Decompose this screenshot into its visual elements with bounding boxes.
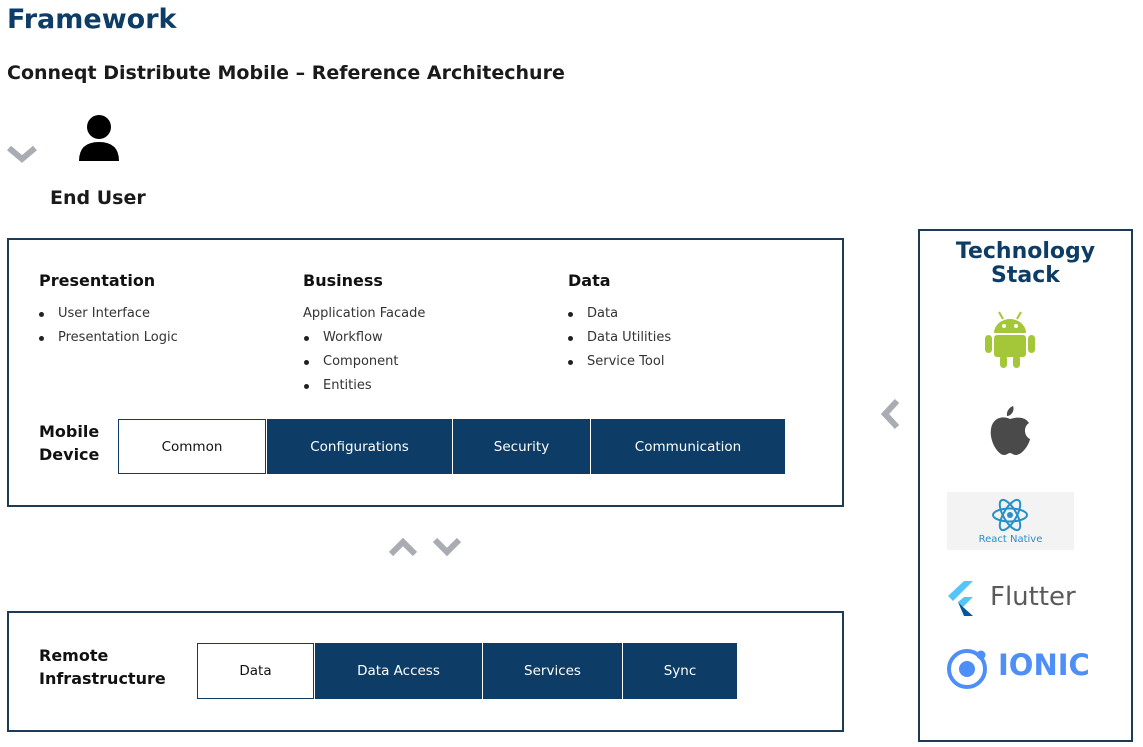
remote-tier-bar: Data Data Access Services Sync [197, 643, 737, 699]
page-subtitle: Conneqt Distribute Mobile – Reference Ar… [7, 62, 565, 84]
list-item: Presentation Logic [38, 326, 178, 350]
business-heading: Business [303, 271, 383, 290]
list-item: Data [567, 302, 671, 326]
react-native-label: React Native [978, 534, 1043, 545]
remote-infrastructure-label: Remote Infrastructure [39, 644, 166, 690]
mobile-device-label: Mobile Device [39, 420, 99, 466]
segment-data-access: Data Access [314, 643, 482, 699]
remote-label-line1: Remote [39, 646, 109, 665]
list-item: Service Tool [567, 350, 671, 374]
segment-services: Services [482, 643, 622, 699]
list-item: Entities [303, 374, 425, 398]
presentation-heading: Presentation [39, 271, 156, 290]
list-item: Application Facade [303, 306, 426, 321]
data-heading: Data [568, 271, 611, 290]
up-down-arrows-icon [388, 537, 462, 557]
page-title: Framework [7, 4, 177, 35]
android-icon [985, 311, 1035, 368]
list-item: Data Utilities [567, 326, 671, 350]
list-item: User Interface [38, 302, 178, 326]
chevron-left-icon [880, 398, 900, 430]
user-icon [79, 115, 119, 161]
ionic-icon [947, 649, 987, 689]
flutter-label: Flutter [990, 582, 1076, 612]
segment-sync: Sync [622, 643, 737, 699]
tech-title-line1: Technology [955, 239, 1096, 264]
mobile-device-label-line2: Device [39, 445, 100, 464]
ionic-label: IONIC [998, 648, 1090, 682]
react-icon [992, 498, 1028, 532]
business-list: Application Facade Workflow Component En… [303, 302, 425, 398]
presentation-list: User Interface Presentation Logic [38, 302, 178, 350]
list-item: Workflow [303, 326, 425, 350]
apple-icon [990, 406, 1030, 455]
segment-data: Data [197, 643, 314, 699]
data-list: Data Data Utilities Service Tool [567, 302, 671, 374]
chevron-down-icon [7, 145, 37, 163]
segment-communication: Communication [590, 419, 785, 474]
tech-title-line2: Stack [991, 263, 1060, 288]
segment-security: Security [452, 419, 590, 474]
technology-stack-title: Technology Stack [918, 240, 1133, 288]
end-user-label: End User [50, 187, 146, 209]
list-item: Component [303, 350, 425, 374]
flutter-icon [948, 581, 973, 616]
remote-label-line2: Infrastructure [39, 669, 166, 688]
segment-common: Common [118, 419, 266, 474]
segment-configurations: Configurations [266, 419, 452, 474]
mobile-tier-bar: Common Configurations Security Communica… [118, 419, 785, 474]
mobile-device-label-line1: Mobile [39, 422, 100, 441]
